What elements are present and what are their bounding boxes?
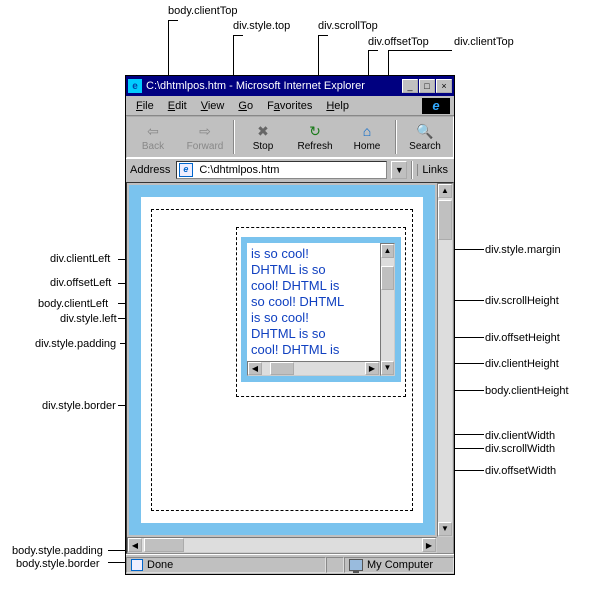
div-scrollbar-vertical[interactable]: ▲ ▼ (380, 243, 395, 376)
scroll-up-button[interactable]: ▲ (438, 184, 452, 198)
address-input[interactable] (197, 163, 384, 177)
refresh-icon: ↻ (305, 122, 325, 140)
stop-button[interactable]: ✖ Stop (239, 118, 287, 156)
label-div-offsetWidth: div.offsetWidth (485, 465, 556, 477)
content-text: is so cool! DHTML is so cool! DHTML is s… (247, 243, 380, 376)
label-div-offsetTop: div.offsetTop (368, 36, 429, 48)
label-div-scrollWidth: div.scrollWidth (485, 443, 555, 455)
label-body-style-padding: body.style.padding (12, 545, 103, 557)
label-div-clientHeight: div.clientHeight (485, 358, 559, 370)
separator (411, 161, 413, 179)
status-zone: My Computer (344, 557, 454, 573)
diagram-canvas: body.clientTop div.style.top div.scrollT… (0, 0, 609, 602)
document-icon (131, 559, 143, 571)
scroll-thumb[interactable] (270, 362, 294, 375)
document-icon (179, 163, 193, 177)
menu-go[interactable]: Go (232, 98, 259, 114)
maximize-button[interactable]: □ (419, 79, 435, 93)
scroll-left-button[interactable]: ◀ (128, 538, 142, 552)
statusbar: Done My Computer (126, 554, 454, 574)
computer-icon (349, 559, 363, 571)
body-border: is so cool! DHTML is so cool! DHTML is s… (129, 185, 435, 535)
viewport-scrollbar-vertical[interactable]: ▲ ▼ (437, 183, 453, 537)
label-div-style-border: div.style.border (42, 400, 116, 412)
minimize-button[interactable]: _ (402, 79, 418, 93)
addressbar: Address ▼ Links (126, 158, 454, 180)
scroll-left-button[interactable]: ◀ (248, 362, 262, 375)
label-div-clientWidth: div.clientWidth (485, 430, 555, 442)
back-button[interactable]: ⇦ Back (129, 118, 177, 156)
menu-edit[interactable]: Edit (162, 98, 193, 114)
ie-logo: e (422, 98, 450, 114)
toolbar: ⇦ Back ⇨ Forward ✖ Stop ↻ Refresh ⌂ Home (126, 116, 454, 158)
stop-icon: ✖ (253, 122, 273, 140)
label-div-style-padding: div.style.padding (35, 338, 116, 350)
label-div-offsetLeft: div.offsetLeft (50, 277, 111, 289)
status-empty (326, 557, 344, 573)
close-button[interactable]: × (436, 79, 452, 93)
address-dropdown[interactable]: ▼ (391, 161, 407, 179)
refresh-button[interactable]: ↻ Refresh (291, 118, 339, 156)
search-icon: 🔍 (415, 122, 435, 140)
viewport-scrollbar-horizontal[interactable]: ◀ ▶ (127, 537, 437, 553)
scroll-thumb[interactable] (438, 200, 452, 240)
menu-file[interactable]: File (130, 98, 160, 114)
menu-help[interactable]: Help (320, 98, 355, 114)
titlebar: e C:\dhtmlpos.htm - Microsoft Internet E… (126, 76, 454, 96)
menu-favorites[interactable]: Favorites (261, 98, 318, 114)
div-scrollbar-horizontal[interactable]: ◀ ▶ (247, 361, 380, 376)
label-body-clientTop: body.clientTop (168, 5, 238, 17)
ie-window: e C:\dhtmlpos.htm - Microsoft Internet E… (125, 75, 455, 575)
div-border: is so cool! DHTML is so cool! DHTML is s… (241, 237, 401, 382)
home-button[interactable]: ⌂ Home (343, 118, 391, 156)
body-padding: is so cool! DHTML is so cool! DHTML is s… (141, 197, 423, 523)
div-content: is so cool! DHTML is so cool! DHTML is s… (247, 243, 395, 376)
scroll-right-button[interactable]: ▶ (365, 362, 379, 375)
arrow-left-icon: ⇦ (143, 122, 163, 140)
scroll-right-button[interactable]: ▶ (422, 538, 436, 552)
scroll-up-button[interactable]: ▲ (381, 244, 394, 258)
zone-text: My Computer (367, 559, 433, 571)
label-body-style-border: body.style.border (16, 558, 100, 570)
menu-view[interactable]: View (195, 98, 231, 114)
label-body-clientLeft: body.clientLeft (38, 298, 108, 310)
label-div-clientLeft: div.clientLeft (50, 253, 110, 265)
menubar: File Edit View Go Favorites Help e (126, 96, 454, 116)
home-icon: ⌂ (357, 122, 377, 140)
address-combo[interactable] (176, 161, 387, 179)
label-div-scrollHeight: div.scrollHeight (485, 295, 559, 307)
address-label: Address (128, 164, 172, 176)
viewport: is so cool! DHTML is so cool! DHTML is s… (126, 182, 454, 554)
status-text: Done (147, 559, 173, 571)
scroll-thumb[interactable] (144, 538, 184, 552)
label-body-clientHeight: body.clientHeight (485, 385, 569, 397)
separator (395, 120, 397, 154)
label-div-style-left: div.style.left (60, 313, 117, 325)
scroll-thumb[interactable] (381, 266, 394, 290)
label-div-scrollTop: div.scrollTop (318, 20, 378, 32)
scroll-corner (437, 537, 453, 553)
label-div-style-margin: div.style.margin (485, 244, 561, 256)
separator (233, 120, 235, 154)
ie-icon: e (128, 79, 142, 93)
links-label: Links (417, 164, 452, 176)
forward-button[interactable]: ⇨ Forward (181, 118, 229, 156)
status-main: Done (126, 557, 326, 573)
scroll-down-button[interactable]: ▼ (381, 361, 394, 375)
search-button[interactable]: 🔍 Search (401, 118, 449, 156)
label-div-style-top: div.style.top (233, 20, 290, 32)
arrow-right-icon: ⇨ (195, 122, 215, 140)
scroll-down-button[interactable]: ▼ (438, 522, 452, 536)
label-div-clientTop: div.clientTop (454, 36, 514, 48)
window-title: C:\dhtmlpos.htm - Microsoft Internet Exp… (146, 80, 365, 92)
label-div-offsetHeight: div.offsetHeight (485, 332, 560, 344)
